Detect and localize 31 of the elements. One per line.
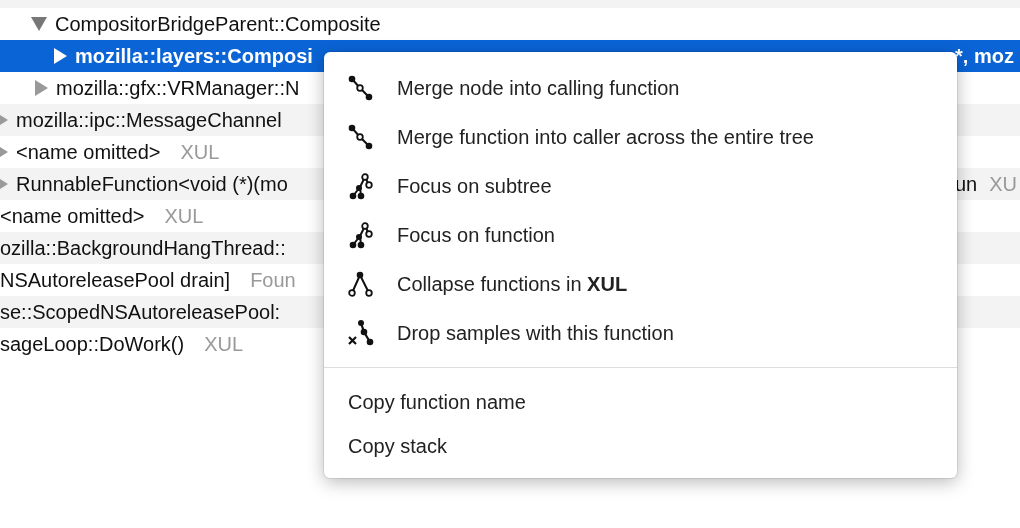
tree-icon <box>348 221 374 250</box>
node-chain-icon <box>348 123 374 152</box>
function-name: <name omitted> <box>16 140 161 164</box>
menu-item[interactable]: Focus on subtree <box>324 162 957 211</box>
function-name: RunnableFunction<void (*)(mo <box>16 172 288 196</box>
function-name: NSAutoreleasePool drain] <box>0 268 231 292</box>
menu-item[interactable]: Copy stack <box>324 424 957 468</box>
library-name: Foun <box>250 268 296 292</box>
library-name: XUL <box>164 204 204 228</box>
menu-item[interactable]: Collapse functions in XUL <box>324 260 957 309</box>
fork-icon <box>348 270 374 299</box>
function-name: sageLoop::DoWork() <box>0 332 185 356</box>
function-name: mozilla::layers::Composi <box>75 44 313 68</box>
function-name: mozilla::gfx::VRManager::N <box>56 76 300 100</box>
node-chain-icon <box>348 74 374 103</box>
menu-item[interactable]: Drop samples with this function <box>324 309 957 358</box>
menu-item[interactable]: Merge node into calling function <box>324 64 957 113</box>
menu-item[interactable]: Copy function name <box>324 380 957 424</box>
library-name: XUL <box>180 140 220 164</box>
function-name: se::ScopedNSAutoreleasePool: <box>0 300 281 324</box>
function-name: mozilla::ipc::MessageChannel <box>16 108 282 132</box>
library-name: XUL <box>204 332 244 356</box>
library-name: XU <box>989 172 1018 196</box>
cross-chain-icon <box>348 319 374 348</box>
function-name: CompositorBridgeParent::Composite <box>55 12 381 36</box>
menu-item[interactable]: Merge function into caller across the entire tree <box>324 113 957 162</box>
function-name: *, moz <box>955 44 1014 68</box>
tree-icon <box>348 172 374 201</box>
menu-item[interactable]: Focus on function <box>324 211 957 260</box>
function-name: ozilla::BackgroundHangThread:: <box>0 236 286 260</box>
function-name: <name omitted> <box>0 204 145 228</box>
